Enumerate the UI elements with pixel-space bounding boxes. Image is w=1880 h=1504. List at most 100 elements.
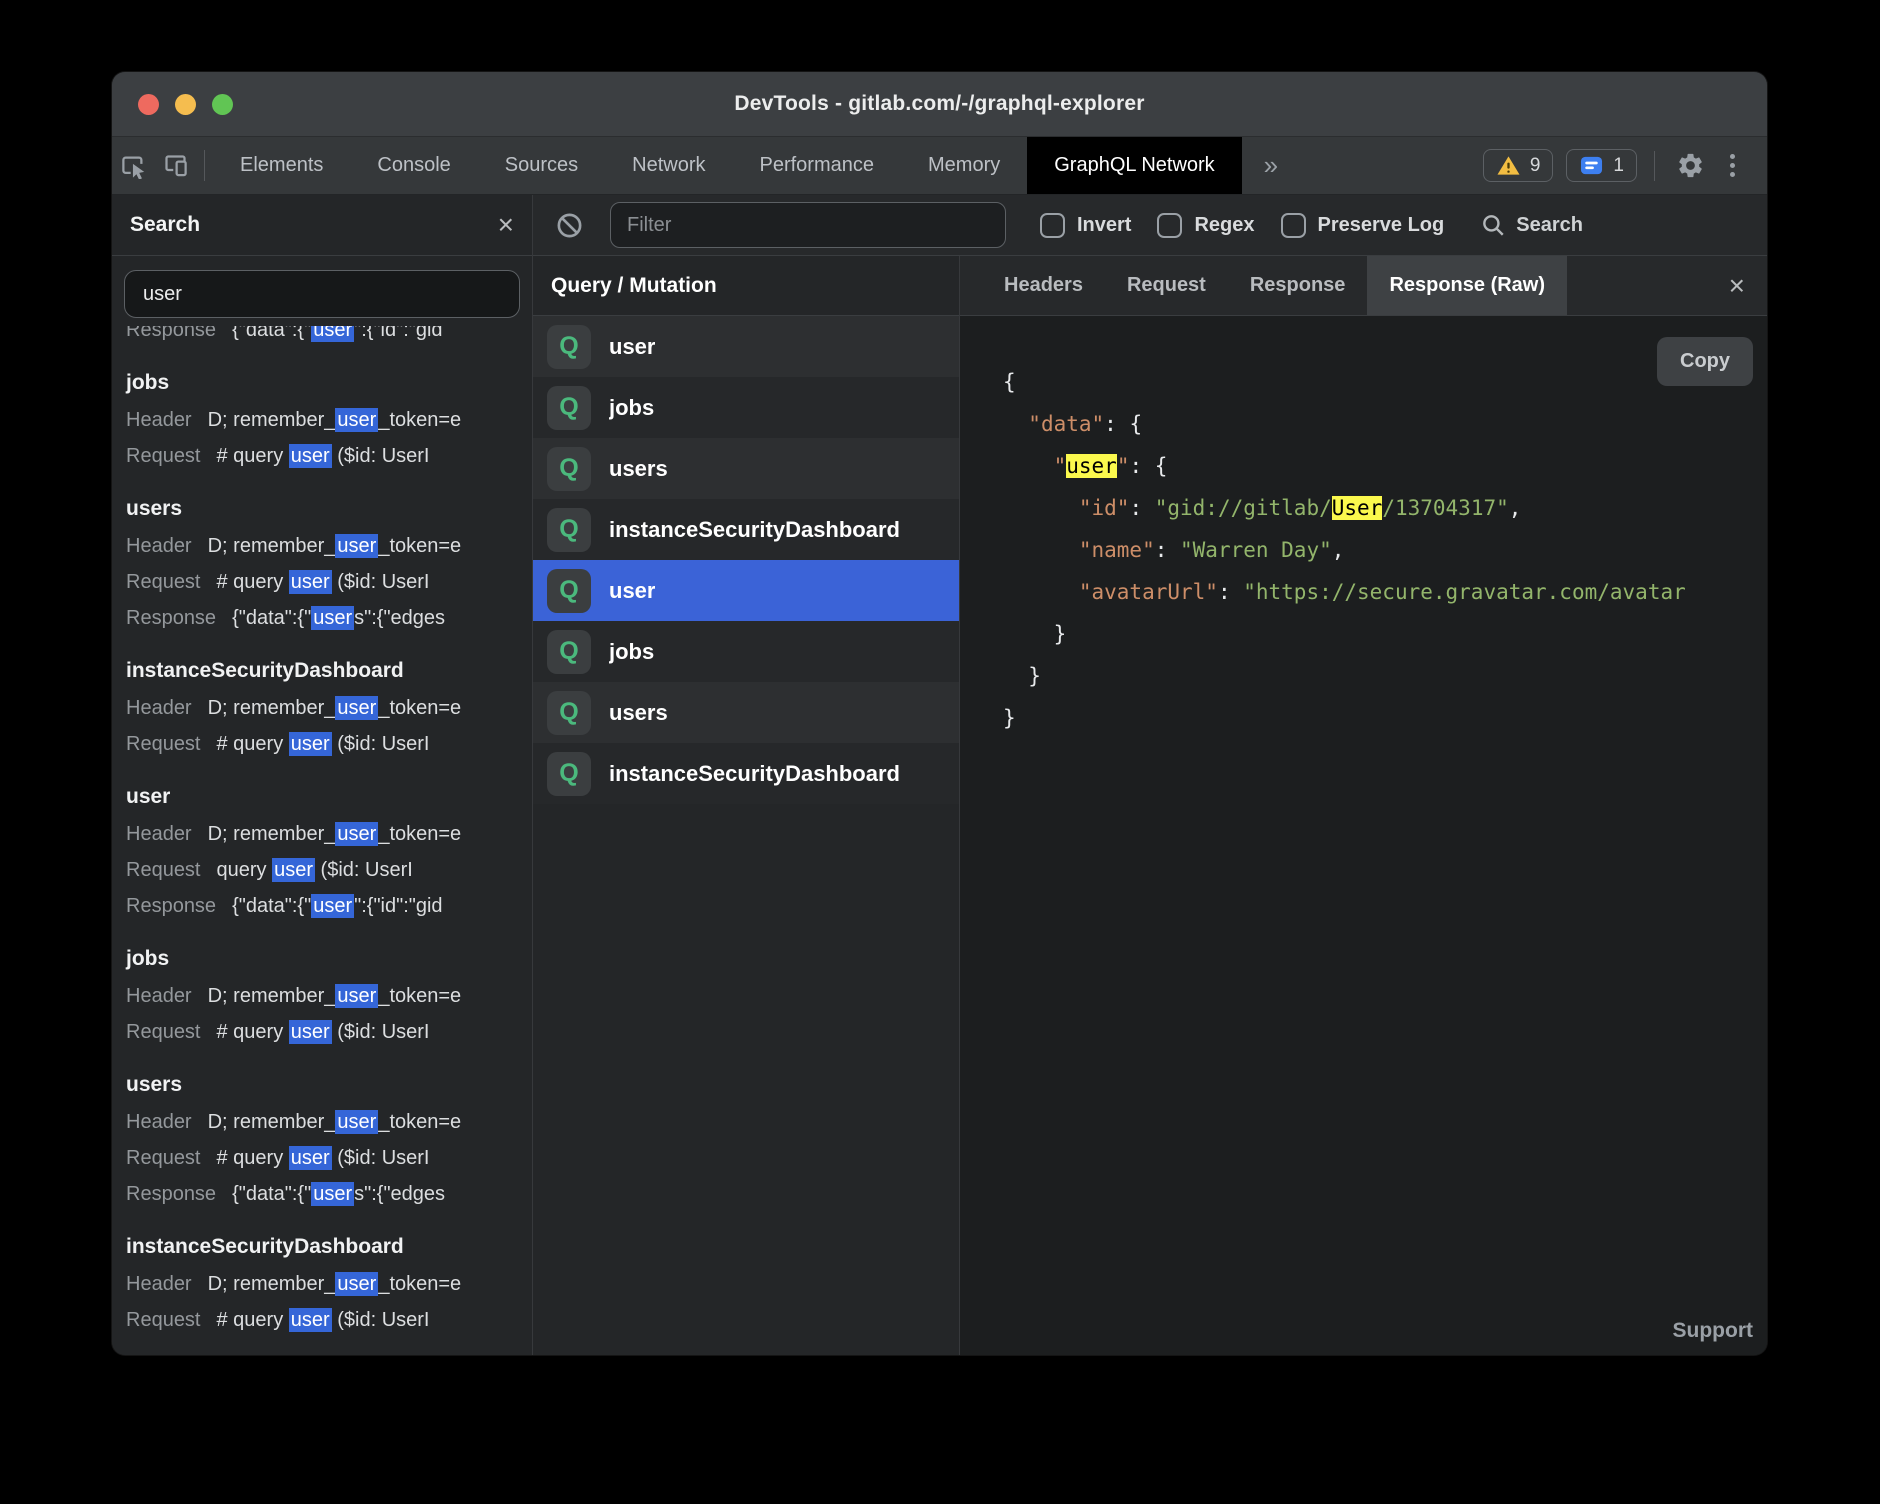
titlebar: DevTools - gitlab.com/-/graphql-explorer bbox=[112, 72, 1767, 137]
warnings-badge[interactable]: 9 bbox=[1483, 149, 1554, 182]
search-result-operation-name: user bbox=[126, 784, 518, 810]
search-result-line-label: Request bbox=[126, 852, 201, 888]
query-list-item-instancesecuritydashboard[interactable]: QinstanceSecurityDashboard bbox=[533, 743, 959, 804]
search-match-highlight: user bbox=[1066, 454, 1117, 478]
detail-tab-headers[interactable]: Headers bbox=[982, 256, 1105, 315]
search-result-line-label: Response bbox=[126, 888, 216, 924]
search-result-line[interactable]: Header D; remember_user_token=e bbox=[126, 978, 518, 1014]
search-match-highlight: User bbox=[1332, 496, 1383, 520]
search-result-line[interactable]: Request# query user ($id: UserI bbox=[126, 1302, 518, 1338]
query-name: user bbox=[609, 578, 655, 604]
search-panel-close-icon[interactable]: × bbox=[498, 211, 514, 239]
search-result-line[interactable]: HeaderD; remember_user_token=e bbox=[126, 690, 518, 726]
search-match-highlight: user bbox=[311, 1182, 354, 1206]
search-result-line-text: # query user ($id: UserI bbox=[217, 726, 430, 762]
search-result-line[interactable]: Response {"data":{"user":{"id":"gid bbox=[126, 326, 518, 348]
filter-input[interactable] bbox=[610, 202, 1006, 248]
query-name: users bbox=[609, 700, 668, 726]
search-match-highlight: user bbox=[335, 696, 378, 720]
settings-gear-icon[interactable] bbox=[1672, 151, 1709, 180]
query-type-icon: Q bbox=[547, 630, 591, 674]
search-result-line-text: {"data":{"user":{"id":"gid bbox=[232, 326, 443, 348]
search-result-line[interactable]: Requestquery user ($id: UserI bbox=[126, 852, 518, 888]
invert-checkbox[interactable] bbox=[1040, 213, 1065, 238]
search-result-line-label: Header bbox=[126, 1266, 192, 1302]
search-result-line-text: D; remember_user_token=e bbox=[208, 978, 462, 1014]
devtools-tabbar: ElementsConsoleSourcesNetworkPerformance… bbox=[112, 137, 1767, 195]
search-result-line-text: {"data":{"users":{"edges bbox=[232, 600, 445, 636]
search-result-line[interactable]: Request# query user ($id: UserI bbox=[126, 564, 518, 600]
search-result-line-label: Response bbox=[126, 1176, 216, 1212]
query-list-item-jobs[interactable]: Qjobs bbox=[533, 621, 959, 682]
search-result-line-label: Response bbox=[126, 600, 216, 636]
query-list-item-instancesecuritydashboard[interactable]: QinstanceSecurityDashboard bbox=[533, 499, 959, 560]
search-match-highlight: user bbox=[289, 1146, 332, 1170]
search-result-line[interactable]: Request# query user ($id: UserI bbox=[126, 726, 518, 762]
search-result-line[interactable]: Request# query user ($id: UserI bbox=[126, 438, 518, 474]
maximize-window-button[interactable] bbox=[212, 94, 233, 115]
search-result-line[interactable]: HeaderD; remember_user_token=e bbox=[126, 528, 518, 564]
panels-split: Query / Mutation QuserQjobsQusersQinstan… bbox=[533, 256, 1767, 1355]
tab-console[interactable]: Console bbox=[350, 137, 477, 194]
search-result-line-label: Header bbox=[126, 978, 192, 1014]
traffic-lights bbox=[138, 72, 233, 136]
more-options-icon[interactable] bbox=[1722, 154, 1743, 177]
detail-close-icon[interactable]: × bbox=[1707, 256, 1767, 315]
more-tabs-button[interactable]: » bbox=[1242, 137, 1300, 194]
search-result-line-label: Request bbox=[126, 1014, 201, 1050]
json-line: } bbox=[1003, 613, 1767, 655]
tab-graphql-network[interactable]: GraphQL Network bbox=[1027, 137, 1241, 194]
query-type-icon: Q bbox=[547, 752, 591, 796]
request-detail-panel: HeadersRequestResponseResponse (Raw) × C… bbox=[960, 256, 1767, 1355]
search-result-line[interactable]: Response{"data":{"user":{"id":"gid bbox=[126, 888, 518, 924]
regex-checkbox[interactable] bbox=[1157, 213, 1182, 238]
inspect-element-icon[interactable] bbox=[112, 137, 154, 194]
query-list-item-users[interactable]: Qusers bbox=[533, 682, 959, 743]
query-list-item-user[interactable]: Quser bbox=[533, 560, 959, 621]
tab-sources[interactable]: Sources bbox=[478, 137, 605, 194]
toolbar-search-button[interactable]: Search bbox=[1480, 212, 1583, 238]
tab-memory[interactable]: Memory bbox=[901, 137, 1027, 194]
search-result-line[interactable]: Response{"data":{"users":{"edges bbox=[126, 1176, 518, 1212]
detail-tab-request[interactable]: Request bbox=[1105, 256, 1228, 315]
detail-tab-response[interactable]: Response bbox=[1228, 256, 1368, 315]
search-result-line-text: D; remember_user_token=e bbox=[208, 1104, 462, 1140]
search-result-line[interactable]: Request# query user ($id: UserI bbox=[126, 1014, 518, 1050]
device-toolbar-icon[interactable] bbox=[154, 137, 196, 194]
query-type-icon: Q bbox=[547, 325, 591, 369]
search-input-row bbox=[112, 256, 532, 326]
search-result-line[interactable]: Request# query user ($id: UserI bbox=[126, 1140, 518, 1176]
query-type-icon: Q bbox=[547, 691, 591, 735]
close-window-button[interactable] bbox=[138, 94, 159, 115]
query-list-item-jobs[interactable]: Qjobs bbox=[533, 377, 959, 438]
query-list-item-user[interactable]: Quser bbox=[533, 316, 959, 377]
search-result-operation-name: jobs bbox=[126, 946, 518, 972]
search-input[interactable] bbox=[124, 270, 520, 318]
detail-tab-response-raw[interactable]: Response (Raw) bbox=[1367, 256, 1567, 315]
search-match-highlight: user bbox=[272, 858, 315, 882]
search-result-line[interactable]: HeaderD; remember_user_token=e bbox=[126, 1266, 518, 1302]
tab-elements[interactable]: Elements bbox=[213, 137, 350, 194]
search-icon bbox=[1480, 212, 1506, 238]
search-result-line[interactable]: HeaderD; remember_user_token=e bbox=[126, 402, 518, 438]
search-match-highlight: user bbox=[289, 732, 332, 756]
search-result-line-label: Request bbox=[126, 564, 201, 600]
query-list-item-users[interactable]: Qusers bbox=[533, 438, 959, 499]
messages-badge[interactable]: 1 bbox=[1566, 149, 1637, 182]
minimize-window-button[interactable] bbox=[175, 94, 196, 115]
tab-performance[interactable]: Performance bbox=[733, 137, 902, 194]
clear-block-icon[interactable] bbox=[555, 211, 584, 240]
support-link[interactable]: Support bbox=[1673, 1319, 1753, 1343]
search-result-operation-name: instanceSecurityDashboard bbox=[126, 1234, 518, 1260]
search-result-line-label: Response bbox=[126, 326, 216, 348]
search-results-list: Response {"data":{"user":{"id":"gid jobs He… bbox=[112, 326, 532, 1355]
preserve-log-checkbox[interactable] bbox=[1281, 213, 1306, 238]
search-result-line[interactable]: HeaderD; remember_user_token=e bbox=[126, 1104, 518, 1140]
query-type-icon: Q bbox=[547, 386, 591, 430]
search-result-group: instanceSecurityDashboardHeaderD; rememb… bbox=[126, 658, 518, 762]
message-count: 1 bbox=[1613, 155, 1624, 177]
tab-network[interactable]: Network bbox=[605, 137, 732, 194]
search-result-line[interactable]: Response {"data":{"users":{"edges bbox=[126, 600, 518, 636]
search-result-line[interactable]: HeaderD; remember_user_token=e bbox=[126, 816, 518, 852]
search-match-highlight: user bbox=[335, 822, 378, 846]
